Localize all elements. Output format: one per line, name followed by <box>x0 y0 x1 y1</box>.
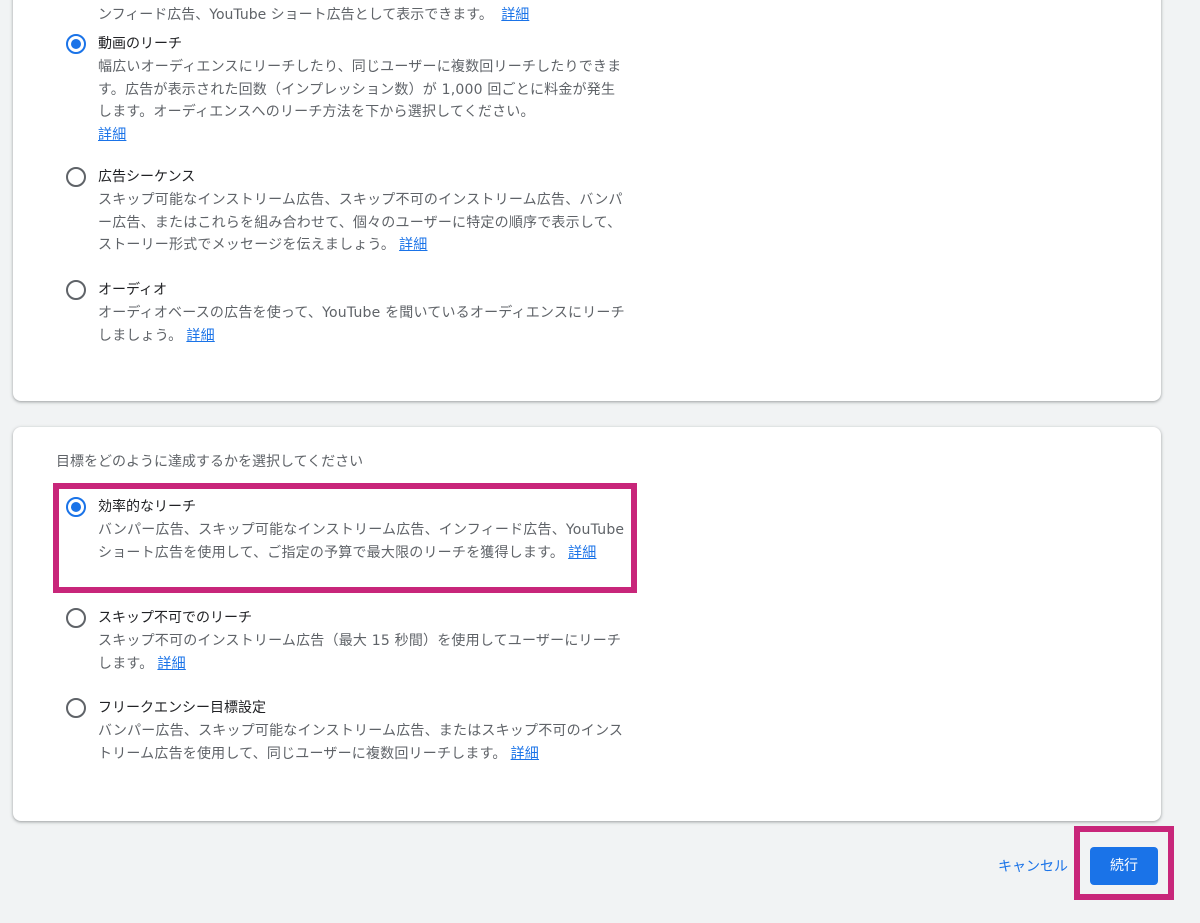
cancel-button[interactable]: キャンセル <box>998 856 1068 878</box>
option-title: スキップ不可でのリーチ <box>98 610 252 626</box>
highlight-box <box>53 483 637 593</box>
radio-ad-sequence[interactable] <box>66 167 86 187</box>
radio-video-reach[interactable] <box>66 34 86 54</box>
radio-non-skippable-reach[interactable] <box>66 608 86 628</box>
radio-target-frequency[interactable] <box>66 698 86 718</box>
learn-more-link[interactable]: 詳細 <box>501 7 529 23</box>
option-description: スキップ不可のインストリーム広告（最大 15 秒間）を使用してユーザーにリーチし… <box>98 633 622 672</box>
option-title: 動画のリーチ <box>98 36 182 52</box>
continue-button[interactable]: 続行 <box>1090 847 1158 885</box>
option-description: スキップ可能なインストリーム広告、スキップ不可のインストリーム広告、バンパー広告… <box>98 192 623 253</box>
section-label: 目標をどのように達成するかを選択してください <box>56 454 364 470</box>
option-description: バンパー広告、スキップ可能なインストリーム広告、またはスキップ不可のインストリー… <box>98 723 624 762</box>
option-description: 幅広いオーディエンスにリーチしたり、同じユーザーに複数回リーチしたりできます。広… <box>98 59 622 143</box>
option-title: オーディオ <box>98 282 168 298</box>
option-title: フリークエンシー目標設定 <box>98 700 266 716</box>
radio-audio[interactable] <box>66 280 86 300</box>
option-description: オーディオベースの広告を使って、YouTube を聞いているオーディエンスにリー… <box>98 305 625 344</box>
learn-more-link[interactable]: 詳細 <box>186 328 214 344</box>
learn-more-link[interactable]: 詳細 <box>98 127 126 143</box>
learn-more-link[interactable]: 詳細 <box>511 746 539 762</box>
learn-more-link[interactable]: 詳細 <box>399 237 427 253</box>
learn-more-link[interactable]: 詳細 <box>157 656 185 672</box>
option-title: 広告シーケンス <box>98 169 196 185</box>
cut-off-description: ンフィード広告、YouTube ショート広告として表示できます。 詳細 <box>98 7 530 23</box>
